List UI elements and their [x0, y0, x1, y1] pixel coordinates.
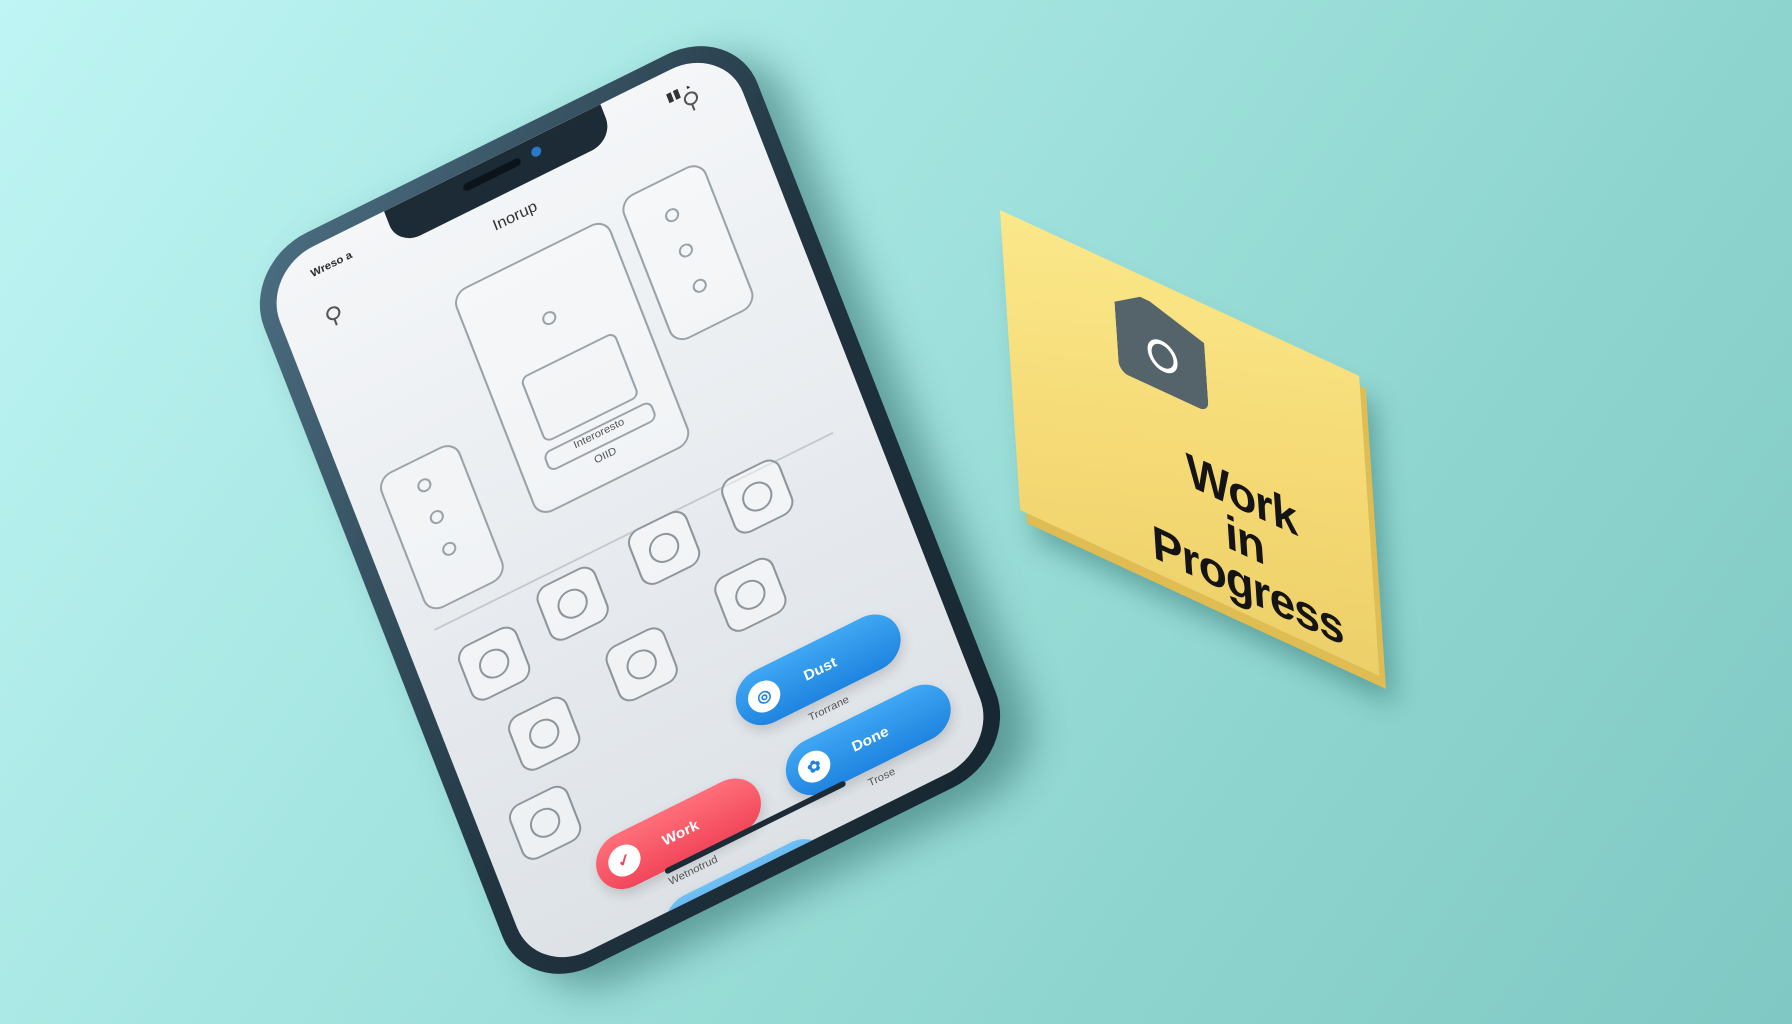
wireframe-phone-left [375, 439, 509, 615]
desk-scene: Wreso a ▮▮ ◔ Inorup Interoresto OIID ◎ D… [0, 0, 1792, 1024]
smartphone: Wreso a ▮▮ ◔ Inorup Interoresto OIID ◎ D… [239, 21, 1021, 999]
sticky-note: Work in Progress [1000, 210, 1380, 676]
face-icon[interactable] [623, 506, 705, 590]
sticky-note-text: Work in Progress [1130, 420, 1359, 658]
globe-icon[interactable] [504, 691, 585, 776]
status-carrier: Wreso a [309, 249, 354, 280]
work-button-label: Work [659, 816, 701, 850]
done-caption: Trose [866, 765, 897, 790]
wireframe-dot [663, 205, 682, 225]
tag-icon [1113, 284, 1209, 412]
wireframe-dot [427, 507, 446, 527]
sketch-icon[interactable] [454, 621, 535, 706]
palette-icon[interactable] [710, 552, 791, 637]
calendar-icon[interactable] [504, 780, 586, 865]
front-camera [529, 144, 543, 159]
heart-icon [540, 308, 559, 328]
phone-screen: Wreso a ▮▮ ◔ Inorup Interoresto OIID ◎ D… [260, 43, 1000, 977]
app-icon[interactable] [601, 622, 682, 707]
wireframe-dot [690, 276, 709, 296]
wireframe-dot [440, 539, 459, 559]
heart-icon[interactable] [717, 454, 798, 539]
wireframe-dot [415, 475, 434, 495]
wireframe-dot [676, 241, 695, 260]
dust-button-label: Dust [801, 653, 839, 685]
